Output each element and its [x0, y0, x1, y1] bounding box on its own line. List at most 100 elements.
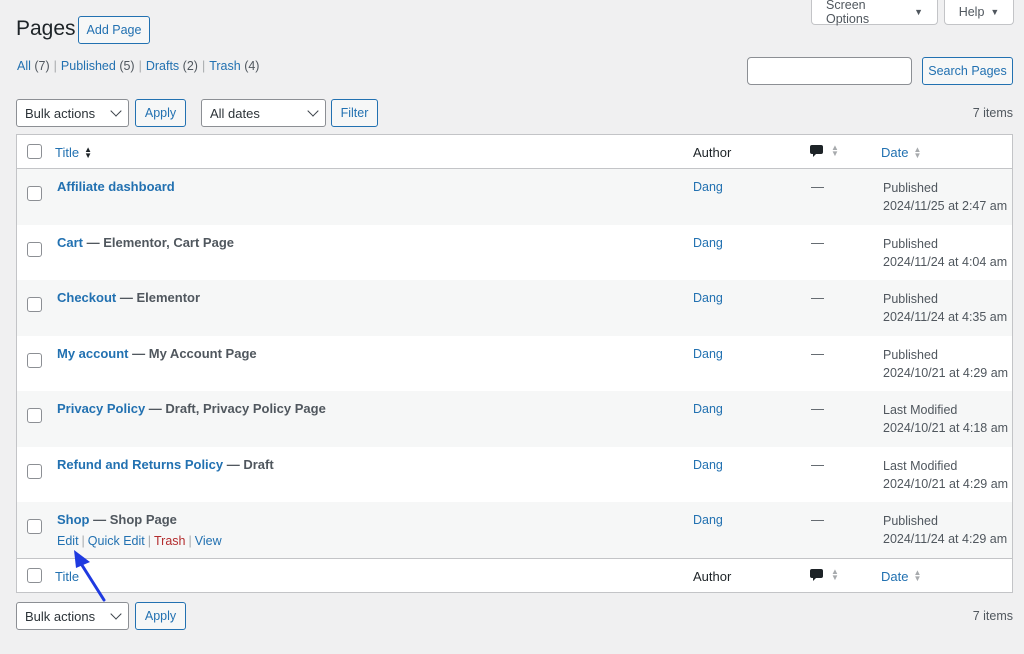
table-row: Checkout — Elementor Dang — Published 202…	[17, 280, 1012, 336]
date-value: 2024/11/24 at 4:29 am	[883, 532, 1008, 546]
annotation-arrow-icon	[74, 550, 106, 602]
table-row: My account — My Account Page Dang — Publ…	[17, 336, 1012, 392]
table-header: Title ▲ ▼ Author ▲ ▼ Date ▲ ▼	[17, 135, 1012, 169]
screen-meta: Screen Options ▼ Help ▼	[811, 0, 1014, 26]
search-pages-button[interactable]: Search Pages	[922, 57, 1013, 85]
quick-edit-link[interactable]: Quick Edit	[88, 534, 145, 548]
comments-count: —	[811, 401, 824, 416]
chevron-down-icon	[307, 105, 319, 117]
page-title-link[interactable]: My account	[57, 346, 129, 361]
select-all-checkbox[interactable]	[27, 567, 42, 583]
author-link[interactable]: Dang	[693, 458, 723, 472]
page-title-link[interactable]: Cart	[57, 235, 83, 250]
caret-down-icon: ▼	[914, 7, 923, 17]
author-link[interactable]: Dang	[693, 513, 723, 527]
filter-drafts[interactable]: Drafts (2)	[146, 59, 198, 73]
items-count-top: 7 items	[972, 106, 1013, 120]
comments-count: —	[811, 179, 824, 194]
page-title-link[interactable]: Shop	[57, 512, 90, 527]
row-checkbox[interactable]	[27, 408, 42, 423]
page-state: — Draft	[223, 456, 274, 472]
apply-button-top[interactable]: Apply	[135, 99, 186, 127]
author-link[interactable]: Dang	[693, 180, 723, 194]
view-link[interactable]: View	[195, 534, 222, 548]
apply-button-bottom[interactable]: Apply	[135, 602, 186, 630]
author-link[interactable]: Dang	[693, 291, 723, 305]
sort-icon: ▲ ▼	[831, 566, 839, 582]
page-title-link[interactable]: Checkout	[57, 290, 116, 305]
date-value: 2024/10/21 at 4:18 am	[883, 421, 1009, 435]
filter-all[interactable]: All (7)	[17, 59, 50, 73]
page-state: — Draft, Privacy Policy Page	[145, 401, 326, 416]
filter-button[interactable]: Filter	[331, 99, 378, 127]
comments-count: —	[811, 290, 824, 305]
select-all-checkbox[interactable]	[27, 144, 42, 159]
author-link[interactable]: Dang	[693, 402, 723, 416]
table-footer: Title Author ▲ ▼ Date ▲ ▼	[17, 557, 1012, 592]
date-status: Published	[883, 181, 938, 195]
row-checkbox[interactable]	[27, 297, 42, 312]
date-value: 2024/11/24 at 4:35 am	[883, 310, 1008, 324]
help-button[interactable]: Help ▼	[944, 0, 1014, 25]
page-title: Pages	[16, 17, 76, 40]
filter-trash[interactable]: Trash (4)	[209, 59, 259, 73]
row-checkbox[interactable]	[27, 352, 42, 368]
date-status: Published	[883, 514, 938, 528]
table-row: Shop — Shop Page Edit | Quick Edit | Trash | V…	[17, 502, 1012, 558]
status-filters: All (7) | Published (5) | Drafts (2) | Trash (…	[17, 59, 260, 73]
comments-count: —	[811, 345, 824, 361]
table-row: Affiliate dashboard Dang — Published 2024…	[17, 169, 1012, 225]
screen-options-label: Screen Options	[826, 0, 870, 26]
author-link[interactable]: Dang	[693, 347, 723, 361]
date-status: Published	[883, 236, 938, 251]
date-status: Published	[883, 292, 938, 306]
page-title-link[interactable]: Privacy Policy	[57, 401, 145, 416]
edit-link[interactable]: Edit	[57, 534, 79, 548]
help-label: Help	[958, 5, 985, 19]
sort-icon: ▲ ▼	[913, 144, 922, 160]
sort-icon: ▲ ▼	[913, 568, 922, 583]
column-title-sort[interactable]: Title ▲ ▼	[55, 145, 92, 160]
screen-options-button[interactable]: Screen Options ▼	[811, 0, 938, 26]
date-value: 2024/11/25 at 2:47 am	[883, 199, 1008, 213]
page-state: — Elementor, Cart Page	[83, 234, 235, 250]
row-checkbox[interactable]	[27, 241, 42, 257]
row-checkbox[interactable]	[27, 463, 42, 479]
author-link[interactable]: Dang	[693, 236, 723, 250]
search-input[interactable]	[747, 57, 912, 85]
table-row: Refund and Returns Policy — Draft Dang —…	[17, 447, 1012, 503]
column-comments-sort[interactable]: ▲ ▼	[810, 143, 839, 158]
page-title-link[interactable]: Affiliate dashboard	[57, 179, 175, 194]
date-status: Published	[883, 347, 938, 362]
row-checkbox[interactable]	[27, 519, 42, 534]
comment-bubble-icon	[810, 568, 823, 581]
bulk-actions-select-bottom[interactable]: Bulk actions	[16, 602, 129, 630]
page-state: — Shop Page	[89, 512, 177, 527]
date-value: 2024/10/21 at 4:29 am	[883, 476, 1009, 491]
bulk-actions-select-top[interactable]: Bulk actions	[16, 99, 129, 127]
chevron-down-icon	[110, 105, 122, 117]
date-status: Last Modified	[883, 403, 958, 417]
table-row: Privacy Policy — Draft, Privacy Policy P…	[17, 391, 1012, 447]
pages-table: Title ▲ ▼ Author ▲ ▼ Date ▲ ▼ Affiliate das…	[16, 134, 1013, 593]
column-comments-sort[interactable]: ▲ ▼	[810, 566, 839, 582]
filter-published[interactable]: Published (5)	[61, 59, 135, 73]
comments-count: —	[811, 456, 824, 472]
page-state: — My Account Page	[128, 345, 257, 361]
page-state: — Elementor	[116, 290, 201, 305]
date-value: 2024/10/21 at 4:29 am	[883, 365, 1009, 380]
caret-down-icon: ▼	[990, 7, 1000, 17]
page-title-link[interactable]: Refund and Returns Policy	[57, 457, 223, 472]
row-checkbox[interactable]	[27, 186, 42, 201]
sort-icon: ▲ ▼	[84, 144, 92, 160]
column-date-sort[interactable]: Date ▲ ▼	[881, 569, 921, 584]
trash-link[interactable]: Trash	[154, 534, 186, 548]
sort-icon: ▲ ▼	[831, 143, 839, 158]
add-page-button[interactable]: Add Page	[78, 16, 150, 44]
column-date-sort[interactable]: Date ▲ ▼	[881, 145, 921, 160]
chevron-down-icon	[110, 608, 122, 620]
comments-count: —	[811, 512, 824, 527]
items-count-bottom: 7 items	[972, 609, 1013, 623]
date-value: 2024/11/24 at 4:04 am	[883, 254, 1008, 269]
dates-filter-select[interactable]: All dates	[201, 99, 326, 127]
